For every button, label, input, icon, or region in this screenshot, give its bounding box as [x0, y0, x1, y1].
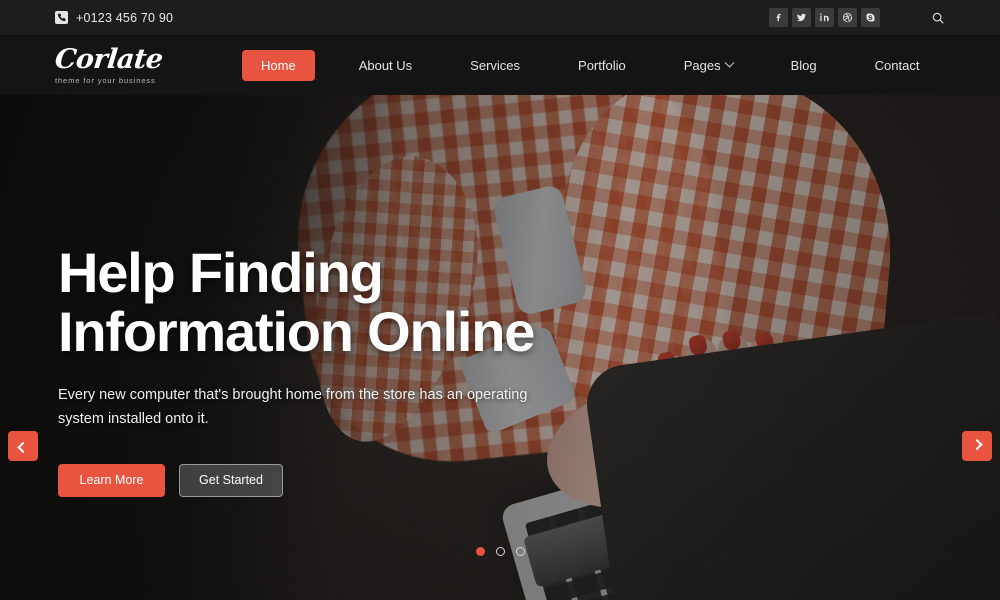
- skype-icon[interactable]: [861, 8, 880, 27]
- nav-item-pages-label: Pages: [683, 57, 721, 73]
- topbar-right: [769, 8, 948, 28]
- nav-item-portfolio[interactable]: Portfolio: [578, 50, 626, 81]
- get-started-button[interactable]: Get Started: [179, 463, 283, 497]
- phone-number-text: +0123 456 70 90: [76, 10, 174, 25]
- phone-icon: [55, 11, 68, 24]
- nav-menu: Home About Us Services Portfolio Pages B…: [242, 49, 920, 81]
- nav-item-portfolio-label: Portfolio: [578, 57, 626, 73]
- nav-item-contact[interactable]: Contact: [875, 50, 920, 81]
- learn-more-button[interactable]: Learn More: [58, 463, 165, 497]
- facebook-icon[interactable]: [769, 8, 788, 27]
- nav-item-blog[interactable]: Blog: [791, 50, 817, 81]
- social-links: [769, 8, 880, 27]
- hero-title-line2: Information Online: [58, 300, 535, 364]
- slider-dot-1[interactable]: [475, 547, 485, 556]
- hero-slider: Help Finding Information Online Every ne…: [0, 95, 1000, 600]
- slider-next-button[interactable]: [962, 431, 992, 461]
- logo[interactable]: Corlate theme for your business: [53, 43, 170, 85]
- hero-title: Help Finding Information Online: [58, 243, 698, 362]
- chevron-left-icon: [17, 441, 29, 454]
- logo-name: Corlate: [53, 43, 165, 75]
- nav-item-about-us-label: About Us: [358, 57, 413, 73]
- hero-buttons: Learn More Get Started: [58, 463, 698, 497]
- dribbble-icon[interactable]: [838, 8, 857, 27]
- slider-prev-button[interactable]: [8, 431, 38, 461]
- nav-item-contact-label: Contact: [874, 57, 920, 73]
- hero-title-line1: Help Finding: [58, 241, 384, 304]
- nav-item-pages[interactable]: Pages: [683, 50, 735, 81]
- slider-dot-3[interactable]: [515, 547, 525, 556]
- logo-tagline: theme for your business: [54, 75, 157, 85]
- twitter-icon[interactable]: [792, 8, 811, 27]
- nav-item-about-us[interactable]: About Us: [359, 50, 412, 81]
- slider-pagination: [0, 547, 1000, 556]
- phone-number[interactable]: +0123 456 70 90: [55, 11, 173, 25]
- search-icon[interactable]: [928, 8, 948, 28]
- slider-dot-2[interactable]: [495, 547, 505, 556]
- nav-item-home[interactable]: Home: [242, 49, 315, 81]
- nav-item-services-label: Services: [470, 57, 521, 73]
- chevron-right-icon: [971, 438, 983, 451]
- hero-content: Help Finding Information Online Every ne…: [58, 243, 698, 497]
- main-navbar: Corlate theme for your business Home Abo…: [0, 35, 1000, 95]
- nav-item-blog-label: Blog: [790, 57, 817, 73]
- nav-item-home-label: Home: [261, 57, 296, 73]
- top-bar: +0123 456 70 90: [0, 0, 1000, 35]
- nav-item-services[interactable]: Services: [470, 50, 520, 81]
- chevron-down-icon: [724, 57, 735, 68]
- hero-subtitle: Every new computer that's brought home f…: [58, 386, 528, 427]
- linkedin-icon[interactable]: [815, 8, 834, 27]
